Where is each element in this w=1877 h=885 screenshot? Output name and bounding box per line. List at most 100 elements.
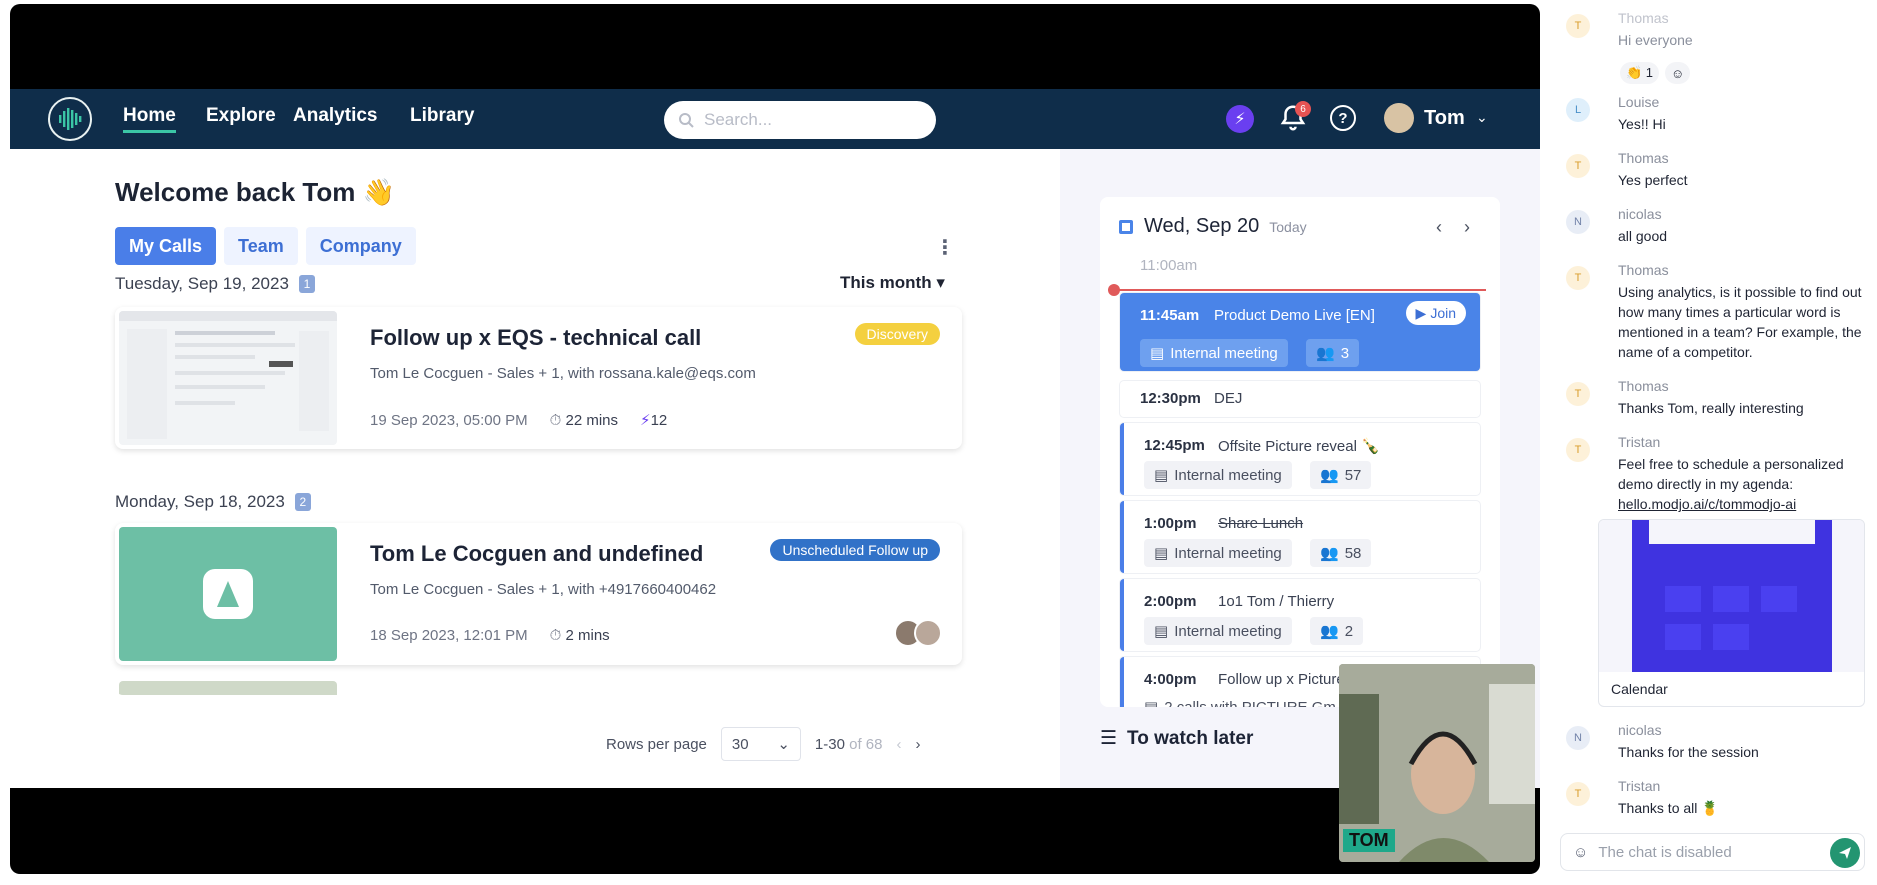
date-group-count: 1 bbox=[298, 275, 315, 293]
app-logo[interactable] bbox=[48, 97, 92, 141]
nav-explore[interactable]: Explore bbox=[206, 105, 276, 127]
building-icon: ▤ bbox=[1154, 623, 1169, 640]
call-thumbnail[interactable] bbox=[119, 527, 337, 661]
avatar[interactable] bbox=[1384, 103, 1414, 133]
call-card[interactable]: Follow up x EQS - technical call Tom Le … bbox=[115, 307, 962, 449]
people-icon: 👥 bbox=[1316, 345, 1335, 362]
help-icon[interactable]: ? bbox=[1330, 105, 1356, 131]
event-type-label: Internal meeting bbox=[1174, 466, 1282, 484]
playlist-icon: ☰ bbox=[1100, 728, 1118, 749]
message-text: Using analytics, is it possible to find … bbox=[1618, 284, 1862, 360]
call-thumbnail[interactable] bbox=[119, 311, 337, 445]
call-title[interactable]: Follow up x EQS - technical call bbox=[370, 325, 701, 351]
more-options-icon[interactable]: ⋮ bbox=[935, 235, 955, 260]
event-time: 12:30pm bbox=[1140, 390, 1201, 407]
event-attendees: 👥 58 bbox=[1310, 539, 1372, 567]
call-duration: ⏱ 2 mins bbox=[550, 627, 610, 644]
call-meta: 18 Sep 2023, 12:01 PM ⏱ 2 mins bbox=[370, 627, 610, 644]
call-duration-value: 22 mins bbox=[565, 411, 619, 429]
watch-later-section[interactable]: ☰ To watch later bbox=[1100, 727, 1253, 750]
add-reaction-icon[interactable]: ☺ bbox=[1665, 62, 1691, 84]
attendee-count: 2 bbox=[1344, 622, 1354, 640]
current-time-indicator bbox=[1108, 284, 1486, 296]
call-duration-value: 2 mins bbox=[565, 627, 610, 644]
modjo-app: Home Explore Analytics Library Search...… bbox=[10, 89, 1540, 788]
chat-input-placeholder: The chat is disabled bbox=[1598, 843, 1732, 861]
message-author: nicolas bbox=[1618, 722, 1662, 738]
agenda-link[interactable]: hello.modjo.ai/c/tommodjo-ai bbox=[1618, 496, 1796, 512]
calendar-event[interactable]: 12:45pm Offsite Picture reveal 🍾 ▤ Intern… bbox=[1120, 423, 1480, 495]
avatar: N bbox=[1566, 726, 1590, 750]
search-placeholder: Search... bbox=[704, 110, 773, 129]
people-icon: 👥 bbox=[1320, 623, 1339, 640]
reaction-chip[interactable]: 👏 1 bbox=[1620, 62, 1660, 84]
tab-team[interactable]: Team bbox=[224, 227, 298, 265]
event-type-label: Internal meeting bbox=[1170, 344, 1278, 362]
notification-badge: 6 bbox=[1295, 101, 1311, 117]
tab-my-calls[interactable]: My Calls bbox=[115, 227, 217, 265]
google-calendar-icon bbox=[1119, 219, 1133, 234]
calendar-date: Wed, Sep 20 bbox=[1144, 215, 1260, 237]
message-author: Thomas bbox=[1618, 150, 1669, 166]
avatar: N bbox=[1566, 210, 1590, 234]
call-card[interactable]: Tom Le Cocguen and undefined Tom Le Cocg… bbox=[115, 523, 962, 665]
bolt-icon[interactable]: ⚡ bbox=[1226, 105, 1254, 133]
event-type-label: 2 calls with PICTURE Gm bbox=[1164, 698, 1336, 708]
call-title[interactable]: Tom Le Cocguen and undefined bbox=[370, 541, 703, 567]
user-name[interactable]: Tom bbox=[1424, 107, 1465, 130]
send-icon bbox=[1839, 847, 1851, 859]
emoji-icon[interactable]: ☺ bbox=[1573, 844, 1588, 861]
chevron-right-icon[interactable]: › bbox=[1464, 217, 1470, 238]
timer-icon: ⏱ bbox=[549, 411, 566, 429]
calendar-event[interactable]: 1:00pm Share Lunch ▤ Internal meeting 👥 58 bbox=[1120, 501, 1480, 573]
call-datetime: 19 Sep 2023, 05:00 PM bbox=[370, 411, 528, 429]
message-text: Yes!! Hi bbox=[1618, 116, 1666, 132]
search-input[interactable]: Search... bbox=[664, 101, 936, 139]
nav-analytics[interactable]: Analytics bbox=[293, 105, 377, 127]
event-time: 2:00pm bbox=[1144, 593, 1197, 610]
nav-library[interactable]: Library bbox=[410, 105, 474, 127]
avatar bbox=[914, 619, 942, 647]
call-datetime: 18 Sep 2023, 12:01 PM bbox=[370, 627, 528, 644]
message-author: Thomas bbox=[1618, 378, 1669, 394]
previous-page-icon[interactable]: ‹ bbox=[896, 736, 901, 753]
chevron-down-icon[interactable]: ⌄ bbox=[1476, 109, 1488, 126]
event-type-label: Internal meeting bbox=[1174, 622, 1282, 640]
message-author: nicolas bbox=[1618, 206, 1662, 222]
building-icon: ▤ bbox=[1154, 545, 1169, 562]
building-icon: ▤ bbox=[1150, 345, 1165, 362]
nav-home[interactable]: Home bbox=[123, 105, 176, 133]
rows-per-page-value: 30 bbox=[731, 735, 749, 753]
slot-time: 11:00am bbox=[1140, 257, 1198, 274]
calendar-header: Wed, Sep 20 Today bbox=[1118, 215, 1307, 238]
message-author: Thomas bbox=[1618, 10, 1669, 26]
chat-panel: T Thomas Hi everyone 👏 1 ☺ L Louise Yes!… bbox=[1546, 0, 1877, 885]
event-time: 12:45pm bbox=[1144, 437, 1205, 454]
month-filter-dropdown[interactable]: This month ▾ bbox=[840, 273, 945, 293]
calendar-event[interactable]: 11:45am Product Demo Live [EN] ▶ Join ▤ In… bbox=[1120, 293, 1480, 371]
chat-input[interactable]: ☺ The chat is disabled bbox=[1560, 833, 1865, 871]
message-author: Thomas bbox=[1618, 262, 1669, 278]
event-type: ▤ Internal meeting bbox=[1144, 461, 1292, 489]
waveform-icon bbox=[59, 108, 82, 130]
event-title: 1o1 Tom / Thierry bbox=[1218, 593, 1335, 610]
event-type: ▤ Internal meeting bbox=[1140, 339, 1288, 367]
join-button[interactable]: ▶ Join bbox=[1405, 301, 1466, 325]
link-preview-card[interactable]: Calendar bbox=[1598, 519, 1865, 707]
rows-per-page-select[interactable]: 30 ⌄ bbox=[720, 727, 801, 761]
chevron-left-icon[interactable]: ‹ bbox=[1436, 217, 1442, 238]
tab-company[interactable]: Company bbox=[305, 227, 416, 265]
next-page-icon[interactable]: › bbox=[915, 736, 920, 753]
watch-later-title: To watch later bbox=[1127, 727, 1254, 749]
rows-per-page-label: Rows per page bbox=[606, 735, 707, 753]
send-button[interactable] bbox=[1830, 838, 1860, 868]
calendar-slot-empty: 11:00am bbox=[1120, 251, 1480, 281]
search-icon bbox=[679, 113, 694, 128]
calendar-event[interactable]: 12:30pm DEJ bbox=[1120, 381, 1480, 417]
calendar-event[interactable]: 2:00pm 1o1 Tom / Thierry ▤ Internal meeti… bbox=[1120, 579, 1480, 651]
bolt-icon: ⚡ bbox=[640, 412, 651, 429]
calendar-today-label[interactable]: Today bbox=[1269, 219, 1306, 235]
call-card-partial[interactable] bbox=[115, 677, 962, 695]
page-range: 1-30 of 68 bbox=[815, 736, 883, 753]
call-participants: Tom Le Cocguen - Sales + 1, with +491766… bbox=[370, 581, 717, 598]
